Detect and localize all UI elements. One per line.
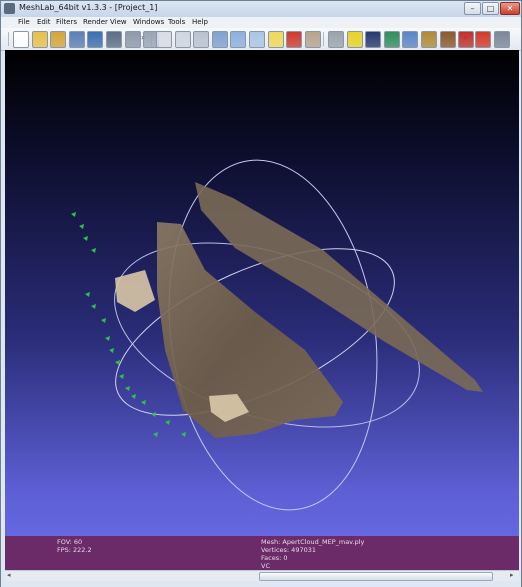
save-icon[interactable]	[87, 31, 104, 48]
zoom-icon[interactable]	[493, 31, 510, 48]
align-icon[interactable]	[383, 31, 400, 48]
status-bar	[1, 581, 521, 587]
camera-marker-icon	[151, 412, 156, 417]
shader-icon[interactable]	[365, 31, 382, 48]
maximize-button[interactable]: □	[482, 2, 499, 15]
camera-marker-icon	[85, 292, 90, 297]
menu-bar: File Edit Filters Render View Windows To…	[1, 17, 521, 28]
point-cloud-surfaces	[115, 182, 483, 438]
pickpoints-icon[interactable]	[402, 31, 419, 48]
wireframe-icon[interactable]	[174, 31, 191, 48]
open-project-icon[interactable]	[31, 31, 48, 48]
camera-marker-icon	[91, 304, 96, 309]
snapshot-icon[interactable]	[106, 31, 122, 48]
main-toolbar: » »	[1, 28, 521, 51]
horizontal-scrollbar[interactable]: ◂ ▸	[5, 570, 519, 581]
delete-icon[interactable]	[475, 31, 491, 48]
info-overlay: FOV: 60 FPS: 222.2 Mesh: ApertCloud_MEP_…	[5, 536, 519, 570]
smooth-icon[interactable]	[249, 31, 265, 48]
flat-lines-icon[interactable]	[211, 31, 228, 48]
camera-marker-icon	[105, 336, 110, 341]
camera-marker-icon	[181, 432, 186, 437]
flat-icon[interactable]	[230, 31, 247, 48]
menu-help[interactable]: Help	[192, 18, 208, 26]
camera-marker-icon	[109, 348, 114, 353]
scroll-right-arrow-icon[interactable]: ▸	[510, 571, 514, 579]
toolbar-grip	[8, 32, 9, 46]
menu-filters[interactable]: Filters	[56, 18, 77, 26]
camera-marker-icon	[91, 248, 96, 253]
measure-icon[interactable]	[346, 31, 363, 48]
title-bar: MeshLab_64bit v1.3.3 - [Project_1] – □ ✕	[1, 1, 521, 17]
fov-label: FOV: 60	[57, 538, 83, 546]
vertex-count-label: Vertices: 497031	[261, 546, 316, 554]
menu-windows[interactable]: Windows	[133, 18, 164, 26]
vertex-color-label: VC	[261, 562, 270, 570]
reload-icon[interactable]	[68, 31, 85, 48]
camera-marker-icon	[101, 318, 106, 323]
color-icon[interactable]	[286, 31, 303, 48]
minimize-button[interactable]: –	[464, 2, 481, 15]
manipulator-icon[interactable]	[458, 31, 475, 48]
camera-marker-icon	[141, 400, 146, 405]
menu-render[interactable]: Render	[83, 18, 108, 26]
new-project-icon[interactable]	[13, 31, 29, 48]
hidden-lines-icon[interactable]	[193, 31, 210, 48]
mesh-name-label: Mesh: ApertCloud_MEP_mav.ply	[261, 538, 365, 546]
open-mesh-icon[interactable]	[50, 31, 67, 48]
meshlab-app-icon	[4, 3, 15, 14]
light-icon[interactable]	[267, 31, 284, 48]
camera-marker-icon	[79, 224, 84, 229]
camera-marker-icon	[131, 394, 136, 399]
fps-label: FPS: 222.2	[57, 546, 92, 554]
window-title: MeshLab_64bit v1.3.3 - [Project_1]	[19, 3, 158, 12]
face-count-label: Faces: 0	[261, 554, 288, 562]
point-cloud-render	[71, 159, 483, 511]
texture-icon[interactable]	[304, 31, 321, 48]
menu-edit[interactable]: Edit	[37, 18, 51, 26]
camera-marker-icon	[125, 386, 130, 391]
scrollbar-thumb[interactable]	[259, 572, 493, 581]
brush-icon[interactable]	[439, 31, 456, 48]
paint-icon[interactable]	[421, 31, 437, 48]
camera-marker-icon	[71, 212, 76, 217]
points-icon[interactable]	[156, 31, 172, 48]
select-faces-icon[interactable]	[328, 31, 344, 48]
layer-dialog-icon[interactable]	[124, 31, 141, 48]
camera-marker-icon	[119, 374, 124, 379]
menu-tools[interactable]: Tools	[168, 18, 185, 26]
toolbar-separator	[323, 32, 324, 46]
scroll-left-arrow-icon[interactable]: ◂	[7, 571, 11, 579]
3d-viewport[interactable]: FOV: 60 FPS: 222.2 Mesh: ApertCloud_MEP_…	[5, 50, 519, 570]
menu-view[interactable]: View	[110, 18, 127, 26]
menu-file[interactable]: File	[18, 18, 30, 26]
meshlab-window: MeshLab_64bit v1.3.3 - [Project_1] – □ ✕…	[0, 0, 522, 587]
camera-marker-icon	[83, 236, 88, 241]
close-button[interactable]: ✕	[500, 2, 520, 15]
camera-marker-icon	[165, 420, 170, 425]
camera-marker-icon	[153, 432, 158, 437]
